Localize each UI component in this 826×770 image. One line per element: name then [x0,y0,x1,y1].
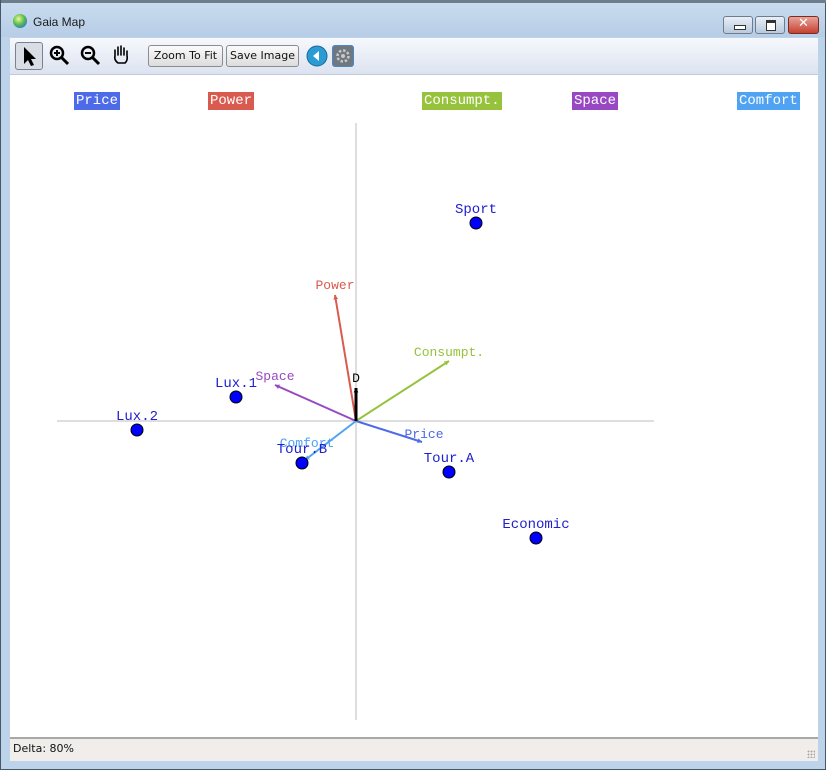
point-label-lux-2: Lux.2 [116,409,158,425]
decision-axis-vector-label: D [352,371,360,386]
status-bar: Delta: 80% [10,739,818,761]
settings-button[interactable] [332,45,354,67]
zoom-out-tool-button[interactable] [77,42,105,70]
point-lux-1[interactable] [229,390,243,404]
point-lux-2[interactable] [130,423,144,437]
back-button[interactable] [306,45,328,67]
minimize-button[interactable] [723,16,753,34]
criterion-price-vector-label: Price [404,427,443,442]
point-label-lux-1: Lux.1 [215,376,257,392]
gaia-plot: PowerConsumpt.SpacePriceComfortD SportLu… [57,123,654,720]
gaia-map-window: Gaia Map ✕ Zoom To Fit Save Image Price … [0,0,826,770]
globe-icon [13,14,27,28]
title-bar[interactable]: Gaia Map ✕ [1,3,825,37]
point-label-sport: Sport [455,202,497,218]
resize-grip[interactable] [807,750,815,758]
toolbar: Zoom To Fit Save Image [10,38,818,75]
criterion-power-vector-label: Power [315,278,354,293]
back-arrow-icon [306,45,328,67]
point-tour-a[interactable] [442,465,456,479]
window-title: Gaia Map [33,15,86,29]
point-sport[interactable] [469,216,483,230]
criterion-space-vector-label: Space [255,369,294,384]
zoom-in-icon [49,45,70,66]
point-label-tour-b: Tour.B [277,442,327,458]
point-label-tour-a: Tour.A [424,451,475,467]
arrow-pointer-icon [24,47,36,66]
select-tool-button[interactable] [15,42,43,70]
gaia-map-canvas[interactable]: Price Power Consumpt. Space Comfort Powe… [10,75,818,739]
criterion-space-vector [274,384,357,422]
zoom-to-fit-button[interactable]: Zoom To Fit [148,45,223,67]
delta-readout: Delta: 80% [13,742,74,755]
point-tour-b[interactable] [295,456,309,470]
decision-axis-arrowhead [353,388,359,393]
save-image-button[interactable]: Save Image [226,45,299,67]
zoom-in-tool-button[interactable] [46,42,74,70]
pan-tool-button[interactable] [108,42,136,70]
hand-icon [114,45,129,64]
gear-icon [336,49,350,63]
criterion-consumpt-vector [355,360,450,422]
criterion-power-vector [334,294,357,422]
zoom-out-icon [80,45,101,66]
maximize-button[interactable] [755,16,785,34]
close-button[interactable]: ✕ [788,16,819,34]
minimize-icon [734,25,746,30]
point-economic[interactable] [529,531,543,545]
point-label-economic: Economic [502,517,569,533]
maximize-icon [766,20,776,31]
close-icon: ✕ [798,16,809,31]
criterion-consumpt-vector-label: Consumpt. [414,345,484,360]
